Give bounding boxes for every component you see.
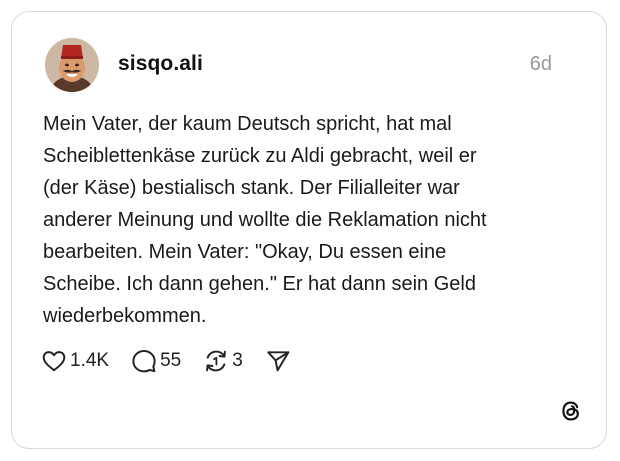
- threads-logo-icon[interactable]: [558, 398, 584, 424]
- avatar-image: [45, 38, 99, 92]
- like-button[interactable]: 1.4K: [41, 348, 109, 374]
- post-card: sisqo.ali 6d Mein Vater, der kaum Deutsc…: [11, 11, 607, 449]
- post-timestamp: 6d: [529, 53, 552, 75]
- repost-count: 3: [232, 350, 243, 371]
- post-actions: 1.4K 55 3: [41, 346, 313, 376]
- send-icon: [267, 351, 290, 372]
- avatar[interactable]: [45, 38, 99, 92]
- like-count: 1.4K: [70, 350, 110, 371]
- comment-button[interactable]: 55: [131, 348, 181, 374]
- repost-button[interactable]: 3: [203, 348, 243, 374]
- heart-icon: [42, 351, 66, 372]
- repost-icon: [206, 350, 227, 372]
- comment-bubble-icon: [132, 350, 156, 373]
- share-button[interactable]: [265, 348, 291, 374]
- username[interactable]: sisqo.ali: [118, 52, 203, 76]
- post-text: Mein Vater, der kaum Deutsch spricht, ha…: [43, 113, 487, 327]
- comment-count: 55: [160, 350, 182, 371]
